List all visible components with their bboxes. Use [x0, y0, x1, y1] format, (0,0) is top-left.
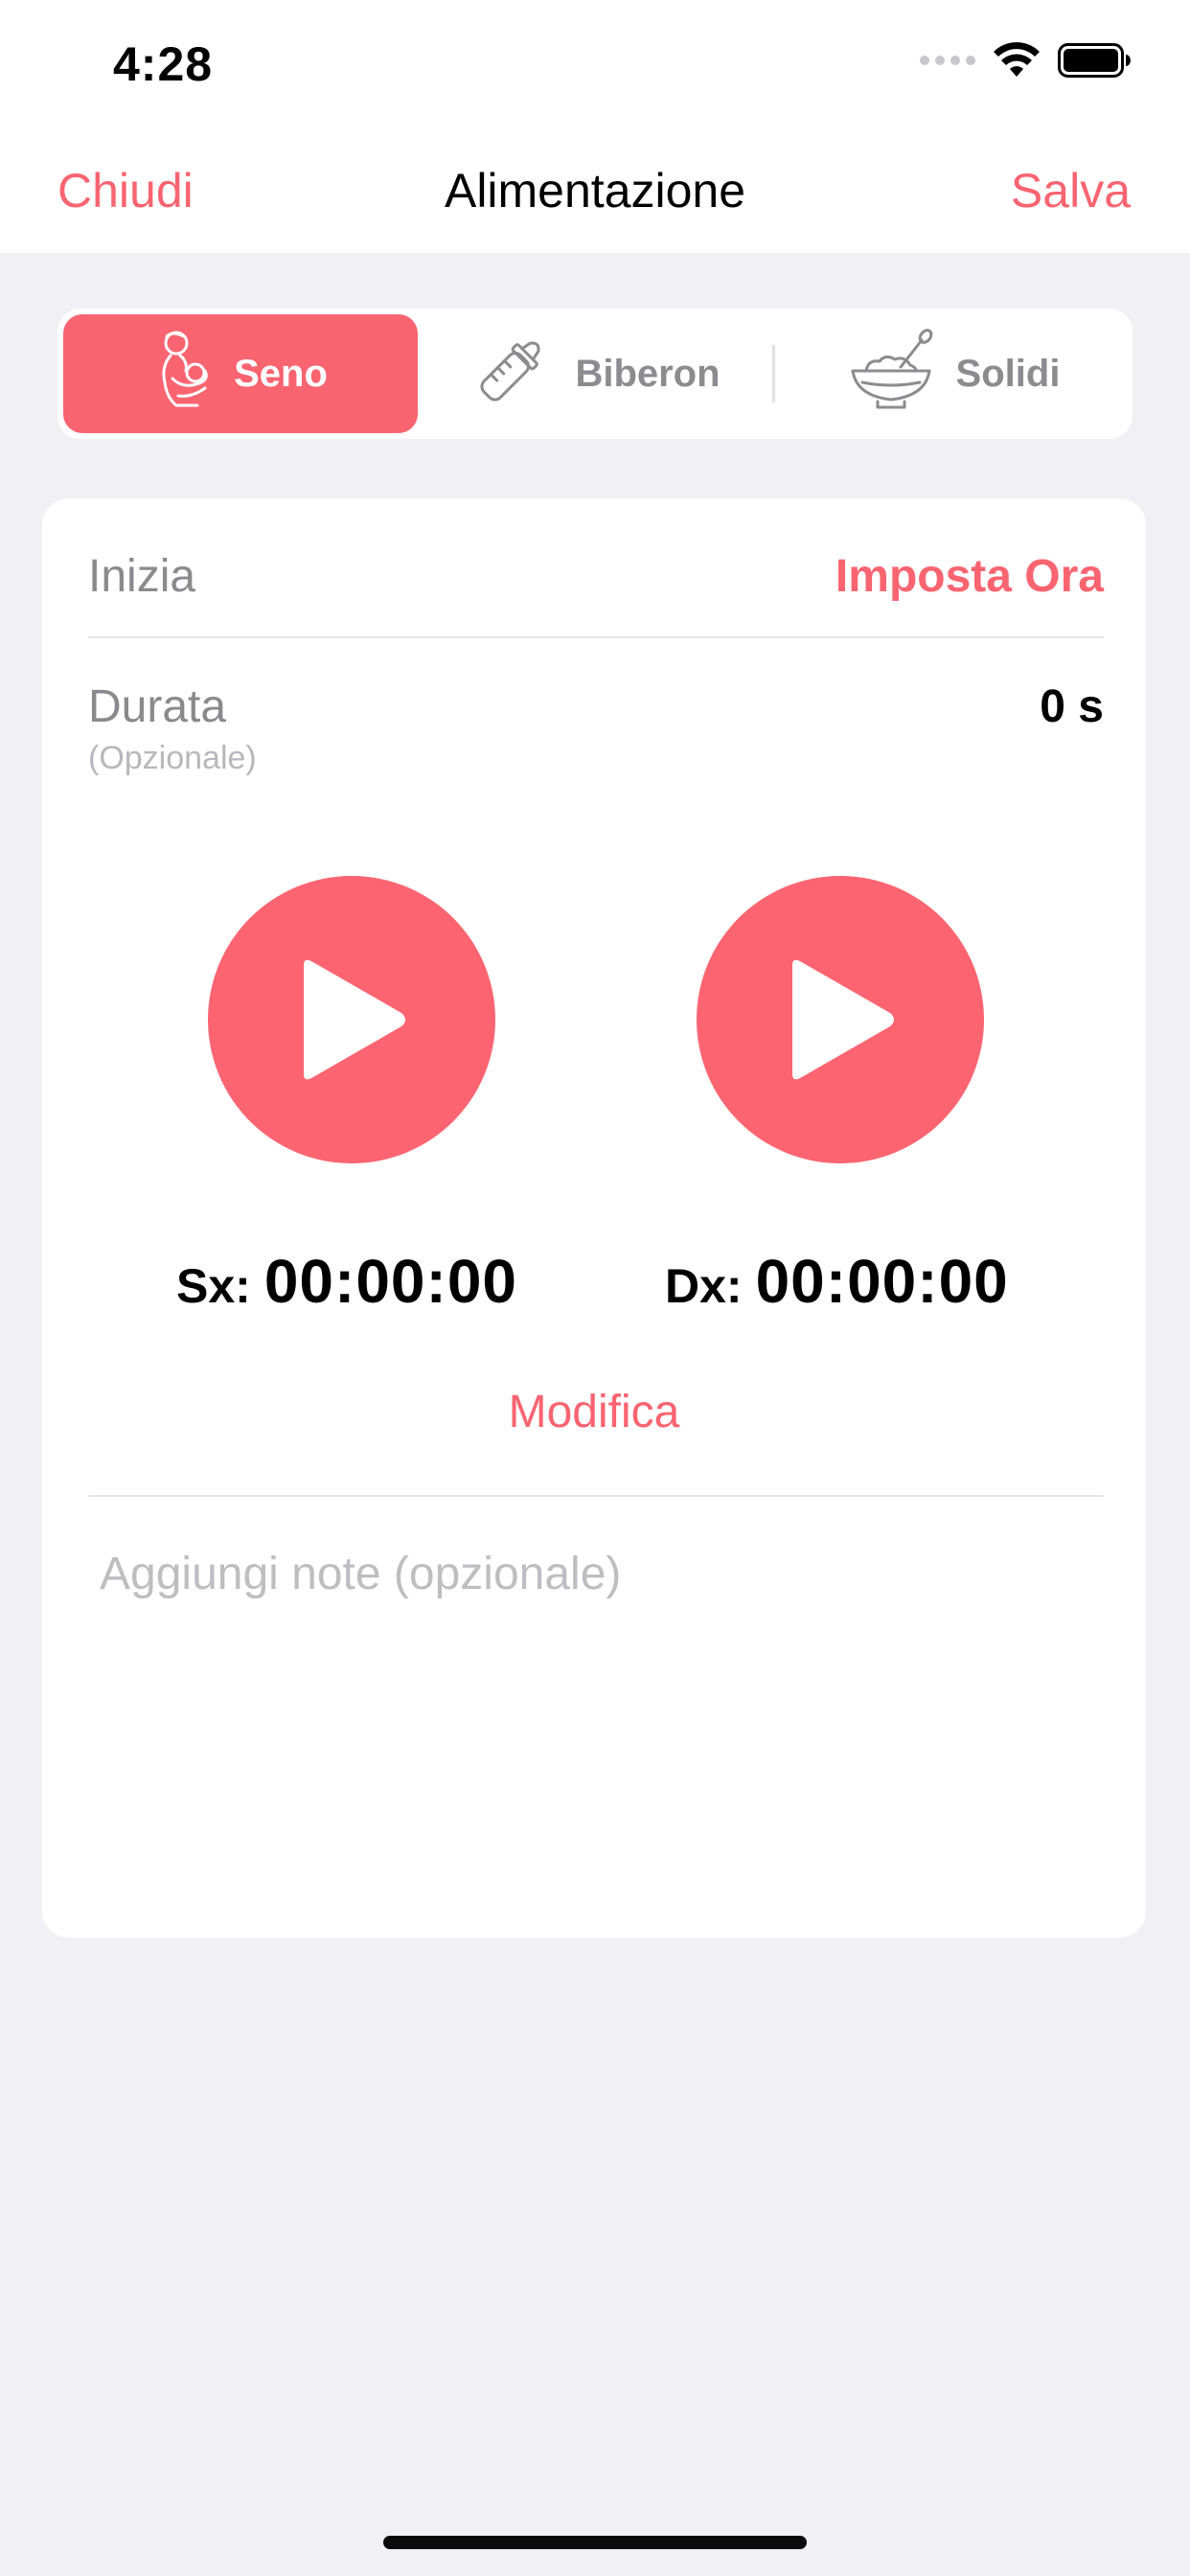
tab-label: Biberon — [575, 352, 721, 395]
tab-biberon[interactable]: Biberon — [418, 314, 772, 433]
status-icons — [920, 42, 1131, 79]
tab-solidi[interactable]: Solidi — [775, 314, 1130, 433]
right-timer-value: 00:00:00 — [755, 1247, 1009, 1316]
right-play-button[interactable] — [697, 876, 984, 1163]
tab-seno[interactable]: Seno — [63, 314, 418, 433]
header: 4:28 Chiudi Alimentazione Salva — [0, 0, 1190, 253]
duration-label: Durata — [88, 681, 227, 732]
divider — [88, 1495, 1104, 1497]
wifi-icon — [993, 42, 1041, 79]
edit-button[interactable]: Modifica — [42, 1386, 1146, 1438]
bottle-icon — [469, 329, 556, 419]
play-icon — [304, 959, 405, 1080]
left-play-button[interactable] — [208, 876, 495, 1163]
bowl-icon — [845, 329, 937, 419]
right-side-label: Dx: — [665, 1259, 743, 1313]
tab-label: Seno — [234, 352, 328, 395]
feeding-type-segmented-control: Seno Biberon Solidi — [57, 309, 1133, 439]
start-label: Inizia — [88, 551, 196, 602]
left-side-label: Sx: — [176, 1259, 251, 1313]
duration-optional-label: (Opzionale) — [88, 740, 257, 776]
tab-label: Solidi — [955, 352, 1061, 395]
divider — [88, 636, 1104, 638]
left-timer: Sx: 00:00:00 — [176, 1246, 517, 1317]
battery-icon — [1058, 42, 1131, 79]
play-icon — [792, 959, 894, 1080]
set-time-button[interactable]: Imposta Ora — [835, 550, 1104, 603]
notes-input[interactable] — [100, 1548, 1106, 1893]
feeding-form-card: Inizia Imposta Ora Durata (Opzionale) 0 … — [42, 498, 1146, 1938]
breastfeeding-icon — [153, 329, 215, 419]
left-timer-value: 00:00:00 — [263, 1247, 517, 1316]
cellular-signal-icon — [920, 56, 975, 65]
save-button[interactable]: Salva — [1011, 163, 1131, 218]
status-time: 4:28 — [113, 37, 214, 91]
feeding-screen: 4:28 Chiudi Alimentazione Salva Seno Bib… — [0, 0, 1190, 2576]
home-indicator[interactable] — [383, 2536, 807, 2549]
right-timer: Dx: 00:00:00 — [665, 1246, 1009, 1317]
duration-value: 0 s — [1040, 681, 1104, 732]
